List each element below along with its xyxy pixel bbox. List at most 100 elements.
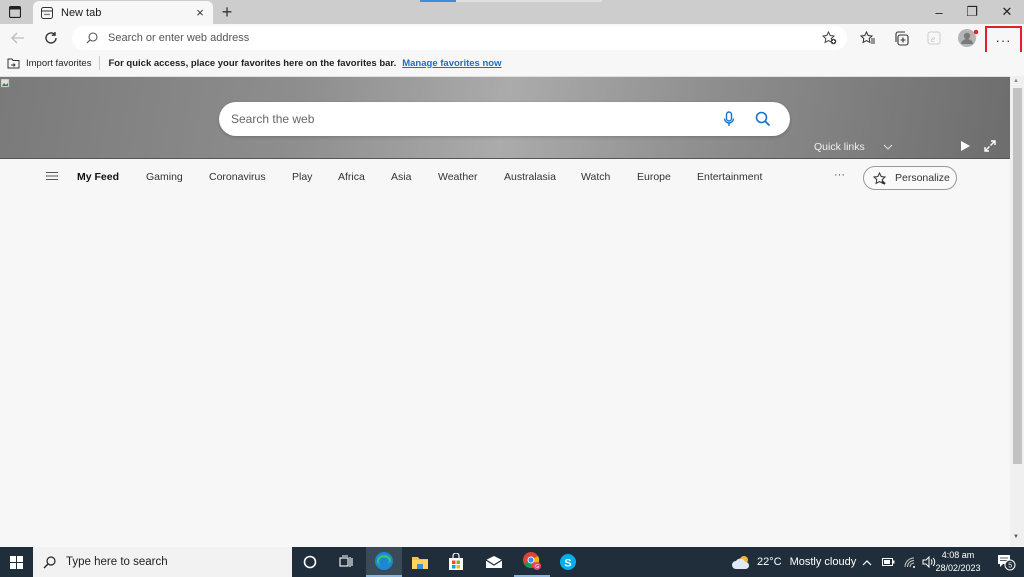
feed-tab-gaming[interactable]: Gaming [146, 171, 183, 183]
folder-icon [412, 557, 428, 569]
cloudy-weather-icon [732, 556, 750, 569]
tab-close-button[interactable]: × [191, 4, 209, 22]
scroll-thumb[interactable] [1013, 88, 1022, 464]
mail-icon [485, 556, 503, 568]
skype-icon: S [560, 554, 576, 570]
taskbar-search-box[interactable]: Type here to search [33, 547, 292, 577]
battery-icon[interactable] [882, 558, 895, 566]
refresh-button[interactable] [38, 26, 64, 50]
taskbar-edge[interactable] [366, 547, 402, 577]
feed-tab-my-feed[interactable]: My Feed [77, 171, 119, 183]
favorites-separator [99, 56, 101, 70]
taskbar-clock[interactable]: 4:08 am 28/02/2023 [930, 549, 986, 575]
svg-text:G: G [535, 564, 539, 570]
feed-tab-watch[interactable]: Watch [581, 171, 610, 183]
collections-button[interactable] [888, 26, 914, 50]
svg-text:S: S [564, 558, 571, 570]
expand-icon[interactable] [983, 139, 997, 153]
address-bar[interactable] [72, 26, 847, 50]
task-view-icon [339, 555, 353, 567]
voice-search-button[interactable] [714, 104, 744, 134]
manage-favorites-link[interactable]: Manage favorites now [402, 58, 501, 69]
hamburger-menu-icon[interactable] [46, 171, 58, 181]
quick-links-toggle[interactable]: Quick links [814, 141, 893, 153]
favorites-hint: For quick access, place your favorites h… [108, 57, 397, 69]
favorites-button[interactable] [855, 26, 881, 50]
new-tab-page-icon [41, 6, 53, 19]
refresh-icon [45, 32, 57, 44]
feed-more-button[interactable]: ··· [834, 169, 845, 181]
feed-tab-europe[interactable]: Europe [637, 171, 671, 183]
restore-button[interactable]: ❐ [955, 0, 989, 24]
feed-tab-coronavirus[interactable]: Coronavirus [209, 171, 266, 183]
feed-tab-australasia[interactable]: Australasia [504, 171, 556, 183]
feed-tab-entertainment[interactable]: Entertainment [697, 171, 762, 183]
web-search-input[interactable] [231, 112, 714, 126]
tab-new-tab[interactable]: New tab × [33, 1, 213, 24]
ie-mode-icon: e [927, 31, 941, 45]
personalize-label: Personalize [895, 172, 950, 184]
feed-tab-asia[interactable]: Asia [391, 171, 411, 183]
personalize-button[interactable]: Personalize [863, 166, 957, 190]
play-icon[interactable] [958, 139, 972, 153]
settings-and-more-button[interactable]: ··· [985, 26, 1022, 54]
action-center-button[interactable]: 5 [988, 547, 1024, 577]
edge-icon [375, 552, 393, 570]
tab-title: New tab [61, 6, 102, 19]
web-search-box[interactable] [219, 102, 790, 136]
search-icon [86, 32, 98, 44]
clock-date: 28/02/2023 [935, 563, 981, 573]
page-scrollbar[interactable]: ▲ ▼ [1010, 76, 1024, 546]
quick-links-label: Quick links [814, 141, 865, 153]
scroll-down-arrow-icon[interactable]: ▼ [1013, 534, 1019, 540]
taskbar-microsoft-store[interactable] [438, 547, 474, 577]
import-favorites-icon [7, 58, 20, 68]
chrome-icon: G [523, 552, 541, 570]
taskbar-file-explorer[interactable] [402, 547, 438, 577]
profile-avatar-icon [958, 29, 979, 47]
system-tray [862, 547, 936, 577]
search-icon [43, 555, 56, 568]
show-hidden-icons-chevron-icon[interactable] [862, 559, 872, 566]
drag-indicator-track [456, 0, 602, 2]
taskbar-chrome[interactable]: G [514, 547, 550, 577]
profile-button[interactable] [955, 26, 981, 50]
tab-actions-button[interactable] [4, 2, 26, 22]
taskbar-skype[interactable]: S [550, 547, 586, 577]
new-tab-page: Quick links My Feed Gaming Coronavirus P… [0, 76, 1010, 546]
cortana-button[interactable] [292, 547, 328, 577]
import-favorites-button[interactable]: Import favorites [26, 58, 91, 69]
weather-widget[interactable]: 22°C Mostly cloudy [732, 547, 856, 577]
feed-tab-africa[interactable]: Africa [338, 171, 365, 183]
taskbar-mail[interactable] [476, 547, 512, 577]
scroll-up-arrow-icon[interactable]: ▲ [1013, 78, 1019, 84]
browser-toolbar: e [0, 24, 1024, 52]
wifi-icon[interactable] [904, 557, 916, 568]
search-icon [755, 111, 771, 127]
feed-tab-play[interactable]: Play [292, 171, 312, 183]
svg-text:e: e [931, 34, 935, 44]
clock-time: 4:08 am [941, 550, 975, 560]
back-button[interactable] [5, 26, 31, 50]
drag-indicator [420, 0, 456, 2]
web-search-submit-button[interactable] [748, 104, 778, 134]
notification-count: 5 [1008, 563, 1012, 570]
new-tab-button[interactable]: + [216, 2, 238, 22]
ie-mode-button[interactable]: e [921, 26, 947, 50]
close-window-button[interactable]: ✕ [990, 0, 1024, 24]
tab-strip: New tab × + – ❐ ✕ [0, 0, 1024, 24]
start-button[interactable] [0, 547, 33, 577]
store-icon [449, 553, 463, 570]
add-favorite-icon[interactable] [822, 31, 837, 45]
weather-condition: Mostly cloudy [789, 556, 857, 568]
address-input[interactable] [108, 32, 808, 44]
minimize-button[interactable]: – [922, 0, 956, 24]
feed-navigation: My Feed Gaming Coronavirus Play Africa A… [0, 165, 1010, 191]
collections-icon [894, 30, 909, 46]
cortana-circle-icon [303, 555, 317, 569]
chevron-down-icon [883, 144, 893, 150]
hero-background: Quick links [0, 77, 1010, 159]
task-view-button[interactable] [328, 547, 364, 577]
favorites-bar: Import favorites For quick access, place… [0, 52, 1024, 74]
feed-tab-weather[interactable]: Weather [438, 171, 478, 183]
